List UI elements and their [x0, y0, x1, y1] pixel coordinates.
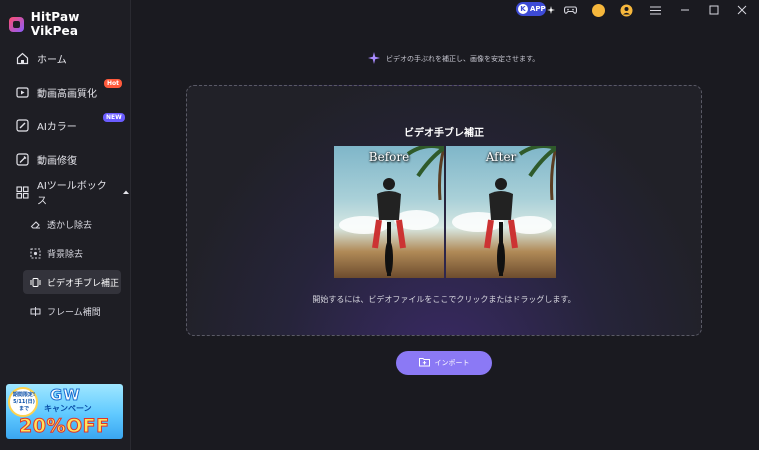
- after-label: After: [485, 150, 517, 164]
- video-enhance-icon: [16, 86, 29, 99]
- dropzone-title: ビデオ手ブレ補正: [404, 128, 484, 139]
- promo-campaign: キャンペーン: [44, 404, 92, 413]
- brand: HitPaw VikPea: [9, 10, 130, 38]
- app-name: HitPaw VikPea: [30, 10, 80, 38]
- sidebar-item-label: AIカラー: [37, 121, 77, 133]
- frame-interpolation-icon: [30, 306, 41, 317]
- sidebar: HitPaw VikPea ホーム 動画高画質化 Hot AIカラー NEW 動…: [0, 0, 131, 450]
- promo-gw: GW: [50, 386, 81, 405]
- sparkle-icon: [547, 3, 555, 17]
- main-area: K APP ビデオの手ぶれを補正し、画像を安定させます。 ビデオ手ブレ補正 Be…: [131, 0, 759, 450]
- minimize-icon[interactable]: [680, 3, 690, 17]
- background-remove-icon: [30, 248, 41, 259]
- feature-hint: ビデオの手ぶれを補正し、画像を安定させます。: [368, 52, 539, 66]
- eraser-icon: [30, 219, 41, 230]
- maximize-icon[interactable]: [709, 3, 719, 17]
- new-badge: NEW: [103, 113, 125, 122]
- sidebar-subitem-frame-interpolation[interactable]: フレーム補間: [30, 302, 101, 320]
- account-icon[interactable]: [620, 3, 633, 17]
- sidebar-item-video-repair[interactable]: 動画修復: [16, 149, 77, 169]
- promo-date: 期間限定! 5/11(日) まで: [12, 392, 36, 412]
- sidebar-item-label: ホーム: [37, 54, 67, 66]
- hot-badge: Hot: [104, 79, 123, 88]
- feature-hint-text: ビデオの手ぶれを補正し、画像を安定させます。: [386, 55, 540, 63]
- gamepad-icon[interactable]: [564, 3, 577, 17]
- sidebar-item-home[interactable]: ホーム: [16, 48, 67, 68]
- sidebar-item-video-enhance[interactable]: 動画高画質化: [16, 82, 97, 102]
- close-icon[interactable]: [737, 3, 747, 17]
- video-dropzone[interactable]: ビデオ手ブレ補正 Before After 開始するには、ビデオファイルをここで…: [186, 85, 702, 336]
- sidebar-subitem-watermark-remove[interactable]: 透かし除去: [30, 215, 92, 233]
- sidebar-item-label: 動画高画質化: [37, 88, 97, 100]
- premium-crown-icon[interactable]: [592, 3, 605, 17]
- ai-color-icon: [16, 118, 29, 132]
- dropzone-instruction: 開始するには、ビデオファイルをここでクリックまたはドラッグします。: [312, 295, 576, 304]
- import-button[interactable]: インポート: [396, 351, 492, 375]
- before-label: Before: [368, 150, 410, 164]
- promo-discount: 20%OFF: [19, 415, 110, 438]
- sidebar-subitem-label: フレーム補間: [47, 307, 101, 318]
- app-logo-icon: [9, 16, 24, 32]
- stabilize-icon: [30, 277, 41, 288]
- sidebar-subitem-label: 背景除去: [47, 249, 84, 260]
- cyclist-image: [372, 178, 406, 276]
- repair-icon: [16, 152, 29, 166]
- sidebar-subitem-stabilize[interactable]: ビデオ手ブレ補正: [23, 270, 121, 294]
- sidebar-item-ai-color[interactable]: AIカラー: [16, 115, 77, 135]
- sidebar-subitem-background-remove[interactable]: 背景除去: [30, 244, 83, 262]
- before-after-preview: Before After: [334, 146, 556, 278]
- sidebar-item-label: 動画修復: [37, 155, 77, 167]
- cyclist-image: [484, 178, 518, 276]
- toolbox-icon: [16, 185, 29, 199]
- sidebar-subitem-label: ビデオ手ブレ補正: [47, 278, 120, 289]
- sparkle-icon: [368, 52, 380, 66]
- before-preview: Before: [334, 146, 444, 278]
- sidebar-item-label: AIツールボックス: [37, 181, 107, 207]
- app-download-button[interactable]: K APP: [516, 2, 546, 16]
- folder-add-icon: [418, 357, 430, 369]
- menu-icon[interactable]: [650, 3, 661, 17]
- sidebar-item-ai-toolbox[interactable]: AIツールボックス: [16, 181, 130, 207]
- promo-banner[interactable]: 期間限定! 5/11(日) まで GW キャンペーン 20%OFF: [6, 384, 123, 439]
- sidebar-subitem-label: 透かし除去: [47, 220, 93, 231]
- home-icon: [16, 52, 29, 65]
- chevron-up-icon[interactable]: [122, 187, 130, 198]
- app-k-icon: K: [518, 4, 528, 14]
- after-preview: After: [446, 146, 556, 278]
- import-button-label: インポート: [434, 360, 470, 367]
